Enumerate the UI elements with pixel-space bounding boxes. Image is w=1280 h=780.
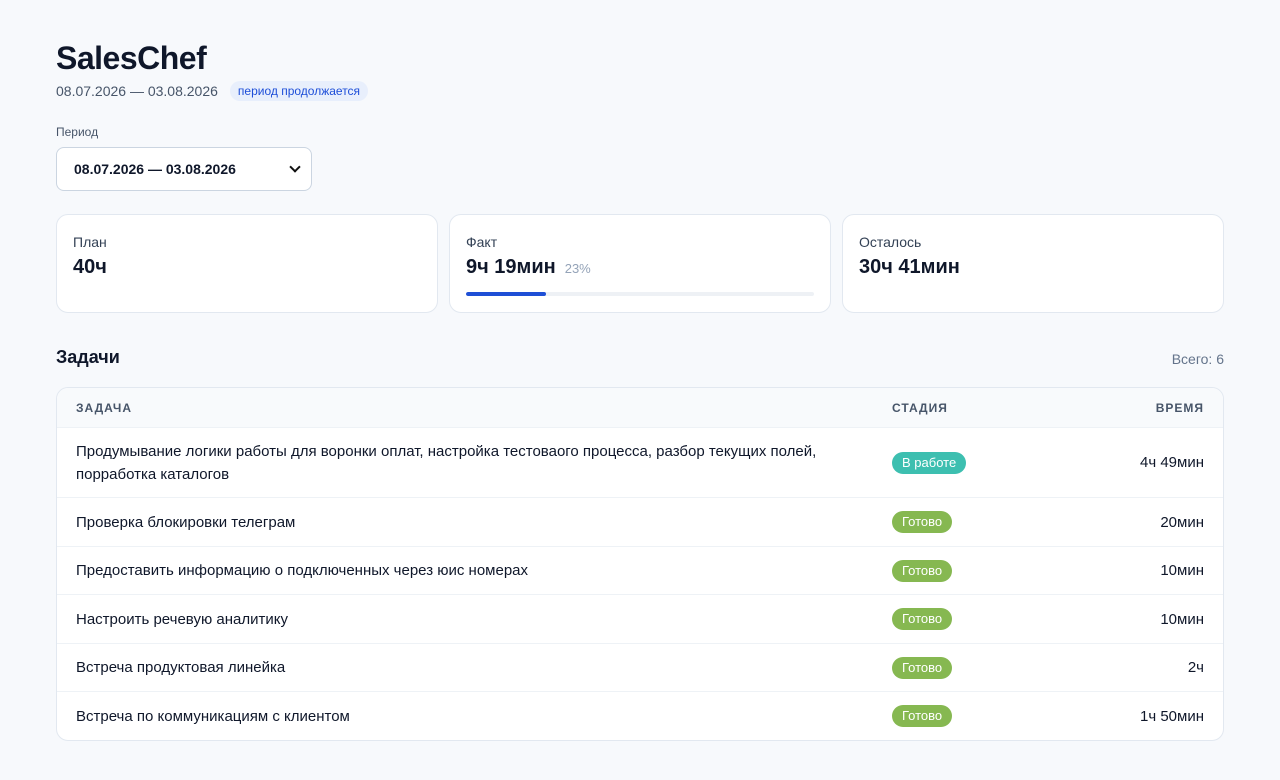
fact-value-text: 9ч 19мин	[466, 256, 556, 278]
chevron-down-icon	[289, 161, 301, 173]
table-header: ЗАДАЧА СТАДИЯ ВРЕМЯ	[57, 388, 1223, 428]
task-stage-cell: Готово	[892, 511, 1092, 533]
task-stage-cell: Готово	[892, 608, 1092, 630]
task-name: Встреча продуктовая линейка	[76, 659, 286, 676]
fact-progress-bar	[466, 292, 814, 296]
stage-badge: Готово	[892, 656, 953, 679]
period-select-label: Период	[56, 125, 99, 139]
stage-badge: Готово	[892, 608, 953, 630]
column-header-stage[interactable]: СТАДИЯ	[892, 401, 1092, 415]
plan-value: 40ч	[73, 256, 107, 278]
period-select-value: 08.07.2026 — 03.08.2026	[74, 161, 236, 177]
task-stage-cell: Готово	[892, 705, 1092, 727]
task-time: 10мин	[1160, 610, 1204, 628]
period-line: 08.07.2026 — 03.08.2026 период продолжае…	[56, 81, 369, 101]
period-status-badge: период продолжается	[229, 81, 369, 101]
task-stage-cell: Готово	[892, 559, 1092, 582]
plan-label: План	[73, 234, 107, 250]
stage-badge: Готово	[892, 511, 953, 533]
task-name: Встреча по коммуникациям с клиентом	[76, 707, 350, 725]
table-row[interactable]: Настроить речевую аналитику Готово 10мин	[57, 595, 1223, 644]
tasks-title: Задачи	[56, 347, 120, 367]
table-row[interactable]: Встреча продуктовая линейка Готово 2ч	[57, 644, 1223, 692]
stage-badge: Готово	[892, 705, 953, 727]
column-header-task[interactable]: ЗАДАЧА	[76, 401, 892, 415]
fact-card: Факт 9ч 19мин 23%	[449, 214, 831, 313]
stage-badge: Готово	[892, 559, 953, 582]
plan-card: План 40ч	[56, 214, 438, 313]
task-stage-cell: В работе	[892, 451, 1092, 474]
table-row[interactable]: Предоставить информацию о подключенных ч…	[57, 547, 1223, 595]
period-select[interactable]: 08.07.2026 — 03.08.2026	[56, 147, 312, 191]
fact-value: 9ч 19мин 23%	[466, 256, 814, 279]
table-body: Продумывание логики работы для воронки о…	[57, 428, 1223, 740]
task-time: 4ч 49мин	[1140, 454, 1204, 471]
remaining-label: Осталось	[859, 234, 922, 250]
task-stage-cell: Готово	[892, 656, 1092, 679]
task-time: 2ч	[1187, 659, 1204, 676]
remaining-card: Осталось 30ч 41мин	[842, 214, 1224, 313]
table-row[interactable]: Встреча по коммуникациям с клиентом Готов…	[57, 692, 1223, 740]
fact-progress-fill	[466, 292, 547, 296]
table-row[interactable]: Проверка блокировки телеграм Готово 20мин	[57, 498, 1223, 547]
fact-percent: 23%	[564, 261, 591, 276]
task-time: 20мин	[1160, 513, 1204, 531]
task-name: Проверка блокировки телеграм	[76, 513, 296, 531]
period-range: 08.07.2026 — 03.08.2026	[56, 83, 218, 99]
stage-badge: В работе	[892, 451, 967, 474]
table-row[interactable]: Продумывание логики работы для воронки о…	[57, 428, 1223, 498]
task-time: 1ч 50мин	[1140, 707, 1204, 725]
fact-label: Факт	[466, 234, 498, 250]
summary-cards: План 40ч Факт 9ч 19мин 23% Осталось 30ч …	[56, 214, 1224, 313]
tasks-total: Всего: 6	[1171, 351, 1224, 367]
task-name: Предоставить информацию о подключенных ч…	[76, 562, 528, 579]
column-header-time[interactable]: ВРЕМЯ	[1092, 401, 1204, 415]
page-title: SalesChef	[56, 40, 207, 76]
tasks-table: ЗАДАЧА СТАДИЯ ВРЕМЯ Продумывание логики …	[56, 387, 1224, 741]
task-name: Настроить речевую аналитику	[76, 610, 288, 628]
remaining-value: 30ч 41мин	[859, 256, 960, 278]
task-time: 10мин	[1160, 562, 1204, 579]
task-name: Продумывание логики работы для воронки о…	[76, 442, 817, 483]
